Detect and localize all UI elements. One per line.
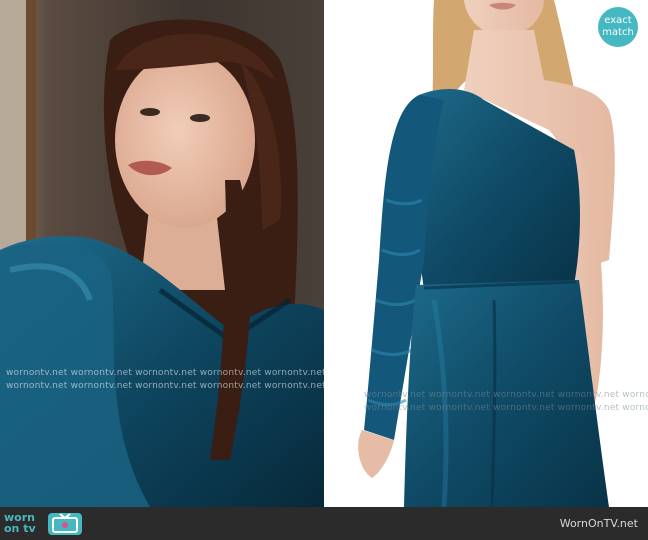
badge-line-2: match <box>602 27 634 38</box>
exact-match-badge: exact match <box>598 7 638 47</box>
product-photo: wornontv.net wornontv.net wornontv.net w… <box>324 0 648 507</box>
site-name[interactable]: WornOnTV.net <box>560 517 638 530</box>
watermark-row: wornontv.net wornontv.net wornontv.net w… <box>6 368 324 378</box>
logo-text: worn on tv <box>4 512 36 534</box>
tv-still-illustration <box>0 0 324 507</box>
tv-still-photo: wornontv.net wornontv.net wornontv.net w… <box>0 0 324 507</box>
product-illustration <box>324 0 648 507</box>
watermark-row: wornontv.net wornontv.net wornontv.net w… <box>364 390 648 400</box>
watermark-row: wornontv.net wornontv.net wornontv.net w… <box>364 403 648 413</box>
logo-line-2: on tv <box>4 522 36 535</box>
watermark-row: wornontv.net wornontv.net wornontv.net w… <box>6 381 324 391</box>
badge-line-1: exact <box>604 15 632 26</box>
footer-bar: worn on tv WornOnTV.net <box>0 507 648 540</box>
site-logo[interactable]: worn on tv <box>4 511 84 537</box>
tv-icon <box>48 513 82 535</box>
